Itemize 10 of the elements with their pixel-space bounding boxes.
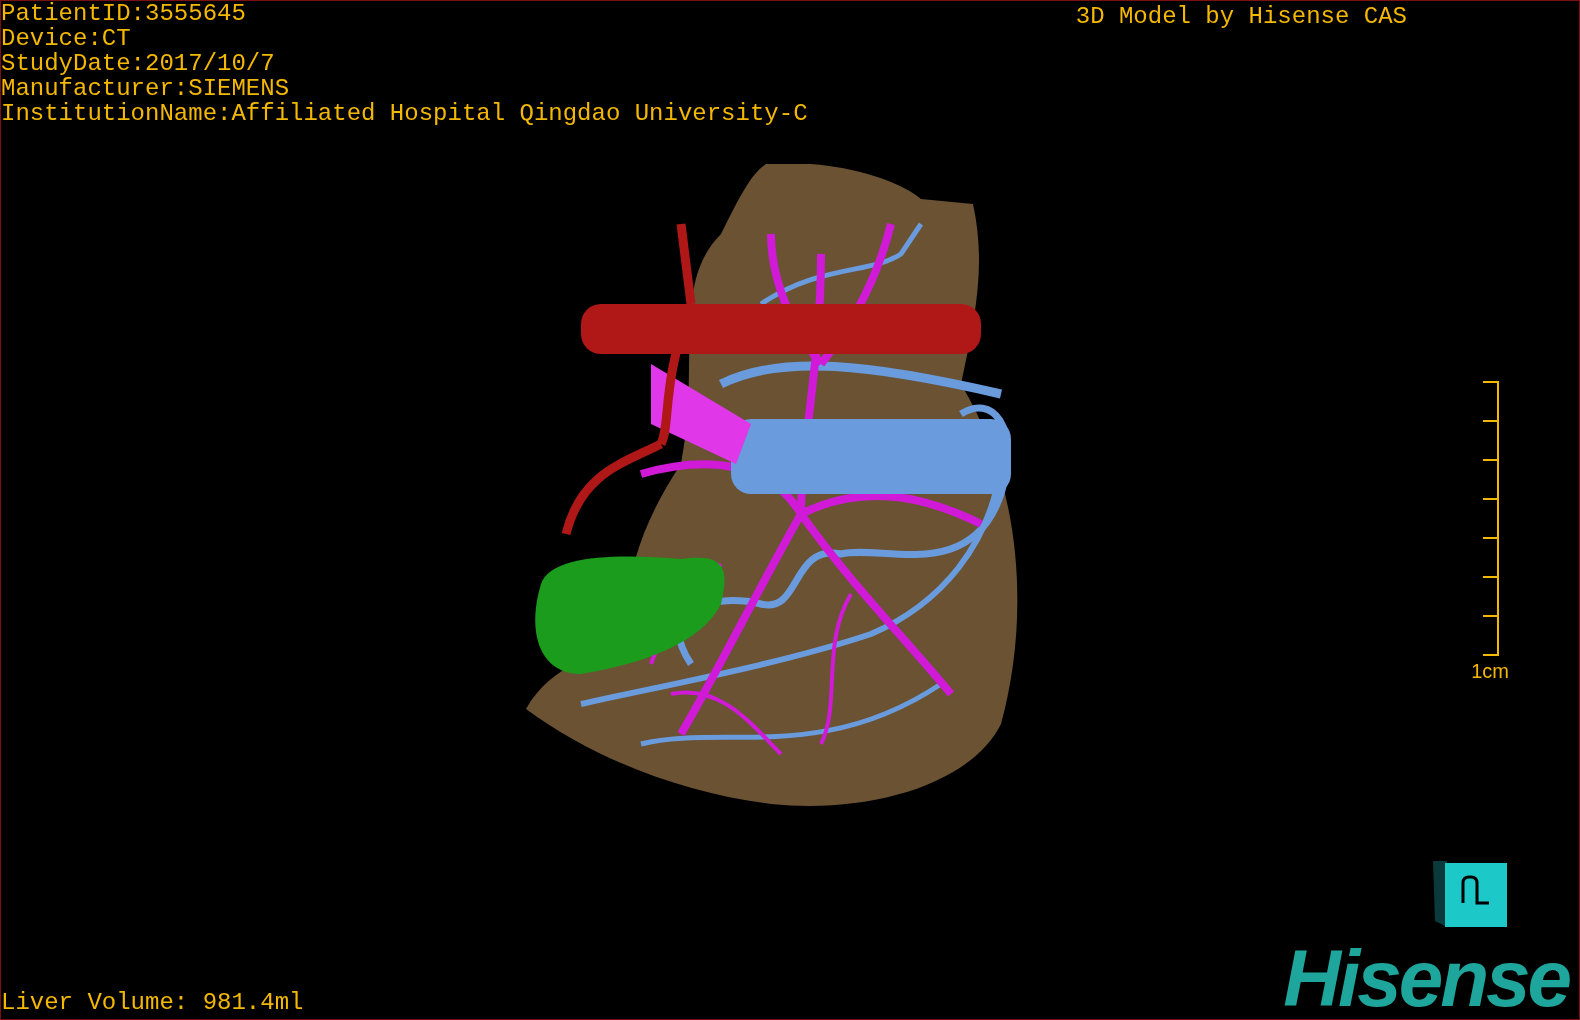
liver-volume-text: Liver Volume: 981.4ml	[1, 990, 304, 1015]
study-info-text: Device:CT	[1, 26, 132, 51]
scale-label: 1cm	[1471, 659, 1509, 684]
logo: Hisense	[1283, 947, 1571, 1011]
viewer-title: 3D Model by Hisense CAS	[1075, 2, 1407, 29]
study-info-text: InstitutionName:Affiliated Hospital Qingdao University-C	[1, 101, 808, 126]
orientation-cube-icon[interactable]	[1433, 859, 1509, 927]
study-info-text: StudyDate:2017/10/7	[1, 51, 276, 76]
study-info-text: Manufacturer:SIEMENS	[1, 76, 291, 101]
study-info-text: PatientID:3555645	[1, 1, 247, 26]
